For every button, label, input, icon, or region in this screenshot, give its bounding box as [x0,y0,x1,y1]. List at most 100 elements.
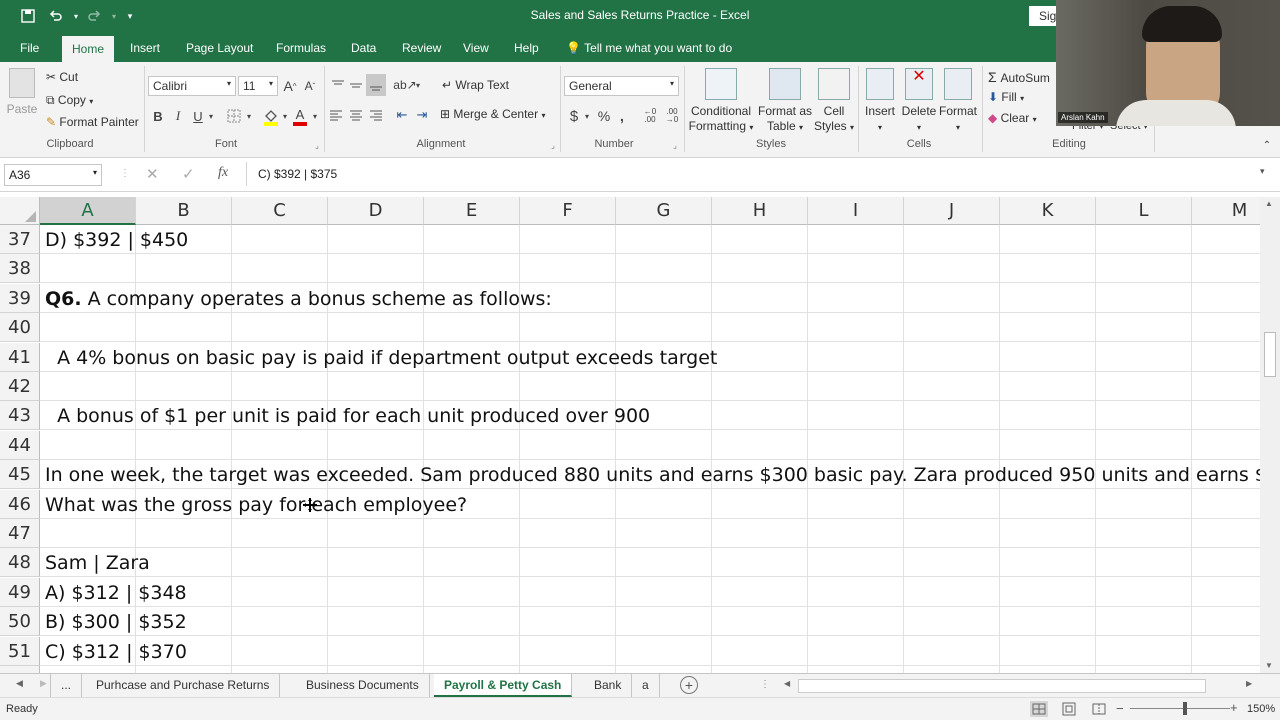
chevron-down-icon[interactable]: ▾ [280,106,290,126]
row-header[interactable]: 52 [0,666,40,673]
enter-icon[interactable]: ✓ [182,165,198,183]
sheet-tab-payroll[interactable]: Payroll & Petty Cash [434,674,573,697]
tab-view[interactable]: View [453,32,499,62]
align-bottom-icon[interactable] [366,74,386,96]
formula-input[interactable]: C) $392 | $375 [258,167,337,181]
align-middle-icon[interactable] [348,76,364,94]
increase-font-icon[interactable]: A ^ [282,76,298,96]
cell-a-text[interactable]: In one week, the target was exceeded. Sa… [45,464,1260,486]
table-row[interactable]: Q6. A company operates a bonus scheme as… [40,284,1260,313]
table-row[interactable]: A) $312 | $348 [40,578,1260,607]
row-header[interactable]: 46 [0,489,40,519]
more-sheets-button[interactable]: ... [50,674,83,697]
name-box[interactable]: A36 ▾ [4,164,102,186]
cell-a-text[interactable]: A 4% bonus on basic pay is paid if depar… [45,347,717,369]
vertical-scrollbar[interactable]: ▲ ▼ [1260,197,1280,673]
align-left-icon[interactable] [328,106,344,124]
decrease-decimal-icon[interactable]: .00 →0 [662,106,682,126]
column-header-m[interactable]: M [1192,197,1260,225]
row-header[interactable]: 39 [0,283,40,313]
table-row[interactable] [40,519,1260,548]
tab-home[interactable]: Home [62,36,115,62]
cell-a-text[interactable]: A) $312 | $348 [45,582,187,604]
table-row[interactable]: B) $300 | $352 [40,607,1260,637]
merge-center-button[interactable]: ⊞ Merge & Center ▾ [440,107,545,121]
prev-sheet-icon[interactable]: ◀ [16,678,23,689]
column-header-f[interactable]: F [520,197,616,225]
font-color-icon[interactable]: A [292,106,308,128]
fill-button[interactable]: ⬇ Fill ▾ [988,90,1024,104]
italic-icon[interactable]: I [170,106,186,126]
zoom-slider-thumb[interactable] [1183,702,1187,715]
add-sheet-icon[interactable]: + [680,676,698,694]
normal-view-icon[interactable] [1030,701,1048,717]
tab-insert[interactable]: Insert [120,32,170,62]
expand-formula-bar-icon[interactable]: ▾ [1260,166,1265,177]
column-header-e[interactable]: E [424,197,520,225]
copy-button[interactable]: ⧉ Copy ▾ [46,93,93,108]
column-header-i[interactable]: I [808,197,904,225]
table-row[interactable]: C) $312 | $370 [40,637,1260,666]
tab-review[interactable]: Review [392,32,451,62]
insert-function-icon[interactable]: fx [218,165,236,183]
font-size-select[interactable]: 11 ▾ [238,76,278,96]
table-row[interactable]: Sam | Zara [40,548,1260,578]
tab-split-dots[interactable]: ⋮ [760,679,770,690]
align-right-icon[interactable] [368,106,384,124]
dialog-launcher-icon[interactable]: ⌟ [312,140,322,150]
bold-icon[interactable]: B [150,106,166,126]
cell-a-text[interactable]: C) $312 | $370 [45,641,187,663]
next-sheet-icon[interactable]: ▶ [40,678,47,689]
column-header-g[interactable]: G [616,197,712,225]
table-row[interactable]: D) $392 | $450 [40,225,1260,254]
cut-button[interactable]: ✂ Cut [46,70,78,84]
horizontal-scroll-thumb[interactable] [798,679,1206,693]
increase-indent-icon[interactable]: ⇥ [414,106,430,124]
cell-a-text[interactable]: Sam | Zara [45,552,150,574]
row-header[interactable]: 49 [0,577,40,607]
page-break-view-icon[interactable] [1090,701,1108,717]
zoom-out-icon[interactable]: − [1116,701,1124,716]
row-header[interactable]: 38 [0,254,40,284]
column-header-h[interactable]: H [712,197,808,225]
sheet-tab-purchase[interactable]: Purhcase and Purchase Returns [86,674,281,697]
cell-a-text[interactable]: A bonus of $1 per unit is paid for each … [45,405,650,427]
chevron-down-icon[interactable]: ▾ [206,106,216,126]
autosum-button[interactable]: Σ AutoSum [988,69,1050,85]
column-header-b[interactable]: B [136,197,232,225]
column-header-k[interactable]: K [1000,197,1096,225]
page-layout-view-icon[interactable] [1060,701,1078,717]
row-header[interactable]: 47 [0,519,40,548]
row-header[interactable]: 42 [0,372,40,401]
decrease-indent-icon[interactable]: ⇤ [394,106,410,124]
conditional-formatting-button[interactable]: Conditional Formatting ▾ [686,68,756,135]
cell-styles-button[interactable]: Cell Styles ▾ [812,68,856,135]
tell-me-search[interactable]: 💡 Tell me what you want to do [556,32,742,62]
table-row[interactable]: What was the gross pay for each employee… [40,490,1260,519]
fill-color-icon[interactable] [262,106,280,128]
column-header-j[interactable]: J [904,197,1000,225]
zoom-level[interactable]: 150% [1247,703,1275,715]
wrap-text-button[interactable]: ↵ Wrap Text [442,78,509,92]
font-name-select[interactable]: Calibri ▾ [148,76,236,96]
tab-file[interactable]: File [10,32,49,62]
row-header[interactable]: 43 [0,401,40,431]
borders-icon[interactable] [226,106,242,126]
table-row[interactable] [40,372,1260,401]
cancel-icon[interactable]: ✕ [146,165,162,183]
table-row[interactable]: In one week, the target was exceeded. Sa… [40,460,1260,490]
column-header-l[interactable]: L [1096,197,1192,225]
table-row[interactable]: D) $300 | $370 [40,666,1260,673]
table-row[interactable] [40,313,1260,343]
underline-icon[interactable]: U [190,106,206,126]
tab-data[interactable]: Data [341,32,386,62]
percent-icon[interactable]: % [596,106,612,126]
number-format-select[interactable]: General ▾ [564,76,679,96]
sheet-tab-bank[interactable]: Bank [584,674,633,697]
chevron-down-icon[interactable]: ▾ [244,106,254,126]
column-header-a[interactable]: A [40,197,136,225]
cell-a-text[interactable]: B) $300 | $352 [45,611,187,633]
row-header[interactable]: 40 [0,313,40,343]
column-header-c[interactable]: C [232,197,328,225]
clear-button[interactable]: ◆ Clear ▾ [988,111,1037,125]
